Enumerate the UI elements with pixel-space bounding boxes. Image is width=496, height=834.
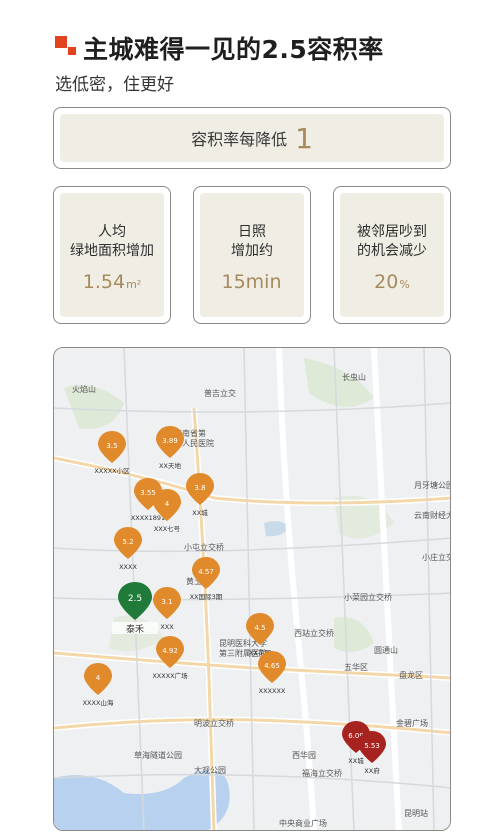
ratio-marker-label: XX城	[348, 757, 364, 765]
map-place-label: 福海立交桥	[302, 768, 342, 778]
ratio-marker-value: 3.55	[140, 489, 156, 497]
map-place-label: 圆通山	[374, 645, 398, 655]
stat-card-label: 人均 绿地面积增加	[70, 224, 154, 259]
ratio-marker-value: 3.1	[161, 598, 172, 606]
ratio-marker-value: 4.57	[198, 568, 214, 576]
stat-card-label: 被邻居吵到 的机会减少	[357, 224, 427, 259]
map-place-label: 普吉立交	[204, 388, 236, 398]
ratio-marker-label: XXXX山海	[83, 698, 114, 707]
ratio-marker-value: 4.92	[162, 647, 178, 655]
map-place-label: 西华园	[292, 750, 316, 760]
stat-card-value: 1.54m²	[82, 271, 142, 293]
ratio-marker[interactable]: 3.89 XX天地	[156, 426, 184, 470]
map-place-label: 火焰山	[72, 384, 96, 394]
page-title: 主城难得一见的2.5容积率	[83, 35, 384, 64]
ratio-marker-label: XXXX	[119, 563, 137, 571]
map-place-label: 昆明站	[404, 808, 428, 818]
ratio-marker-label: XXXXX小区	[94, 466, 130, 475]
ratio-marker[interactable]: 4.65 XXXXXX	[258, 651, 286, 695]
banner-value: 1	[295, 121, 313, 155]
map-place-label: 西站立交桥	[294, 628, 334, 638]
brand-logo-icon	[55, 36, 77, 56]
project-marker-label: 泰禾	[126, 623, 144, 635]
ratio-marker[interactable]: 4.5XX花园	[246, 613, 274, 657]
map-place-label: 金碧广场	[396, 718, 428, 728]
ratio-marker-value: 5.53	[364, 742, 380, 750]
ratio-marker-label: XXXX1891	[131, 514, 165, 522]
ratio-marker-label: XX城	[192, 509, 208, 517]
ratio-marker-label: XXX	[160, 623, 174, 631]
stat-card-label: 日照 增加约	[231, 224, 273, 259]
ratio-marker-label: XXX七号	[154, 524, 181, 533]
map-place-label: 草海隧道公园	[134, 750, 182, 760]
ratio-marker[interactable]: 4 XXX七号	[153, 489, 181, 533]
ratio-marker-value: 3.8	[194, 484, 205, 492]
ratio-marker-value: 4.5	[254, 624, 265, 632]
ratio-marker-value: 4.65	[264, 662, 280, 670]
ratio-marker-value: 4	[96, 674, 101, 682]
stat-card-green-area: 人均 绿地面积增加 1.54m²	[53, 186, 171, 324]
ratio-marker-value: 5.2	[122, 538, 133, 546]
map-place-label: 小庄立交	[422, 552, 451, 562]
map-place-label: 中央商业广场	[279, 818, 327, 828]
banner-label: 容积率每降低	[191, 130, 288, 149]
ratio-banner: 容积率每降低 1	[53, 107, 451, 169]
map-place-label: 大观公园	[194, 765, 226, 775]
map-place-label: 小菜园立交桥	[344, 592, 392, 602]
stat-card-sunlight: 日照 增加约 15min	[193, 186, 311, 324]
page-subtitle: 选低密，住更好	[55, 75, 174, 95]
map-place-label: 五华区	[344, 662, 368, 672]
ratio-marker-value: 4	[165, 500, 170, 508]
map-place-label: 月牙塘公园	[414, 480, 451, 490]
map-place-label: 盘龙区	[399, 670, 423, 680]
ratio-marker-value: 3.5	[106, 442, 117, 450]
ratio-marker-label: XX天地	[159, 461, 181, 470]
ratio-marker-label: XX府	[364, 766, 380, 775]
floor-area-ratio-map[interactable]: 长虫山普吉立交云南省第一人民医院小屯立交桥黄土坡小菜园立交桥月牙塘公园云南财经大…	[53, 347, 451, 831]
stat-card-noise: 被邻居吵到 的机会减少 20%	[333, 186, 451, 324]
map-place-label: 云南财经大学	[414, 510, 451, 520]
map-place-label: 小屯立交桥	[184, 542, 224, 552]
stat-card-value: 15min	[221, 271, 282, 293]
ratio-marker-label: XXXXXX	[259, 687, 286, 695]
ratio-marker-value: 3.89	[162, 437, 178, 445]
ratio-marker-label: XX国际3期	[190, 592, 223, 601]
stat-card-value: 20%	[374, 271, 410, 293]
map-place-label: 长虫山	[342, 372, 366, 382]
ratio-marker-label: XXXXX广场	[152, 671, 188, 680]
map-place-label: 明波立交桥	[194, 718, 234, 728]
project-marker-value: 2.5	[128, 594, 142, 604]
map-canvas: 长虫山普吉立交云南省第一人民医院小屯立交桥黄土坡小菜园立交桥月牙塘公园云南财经大…	[54, 348, 451, 830]
